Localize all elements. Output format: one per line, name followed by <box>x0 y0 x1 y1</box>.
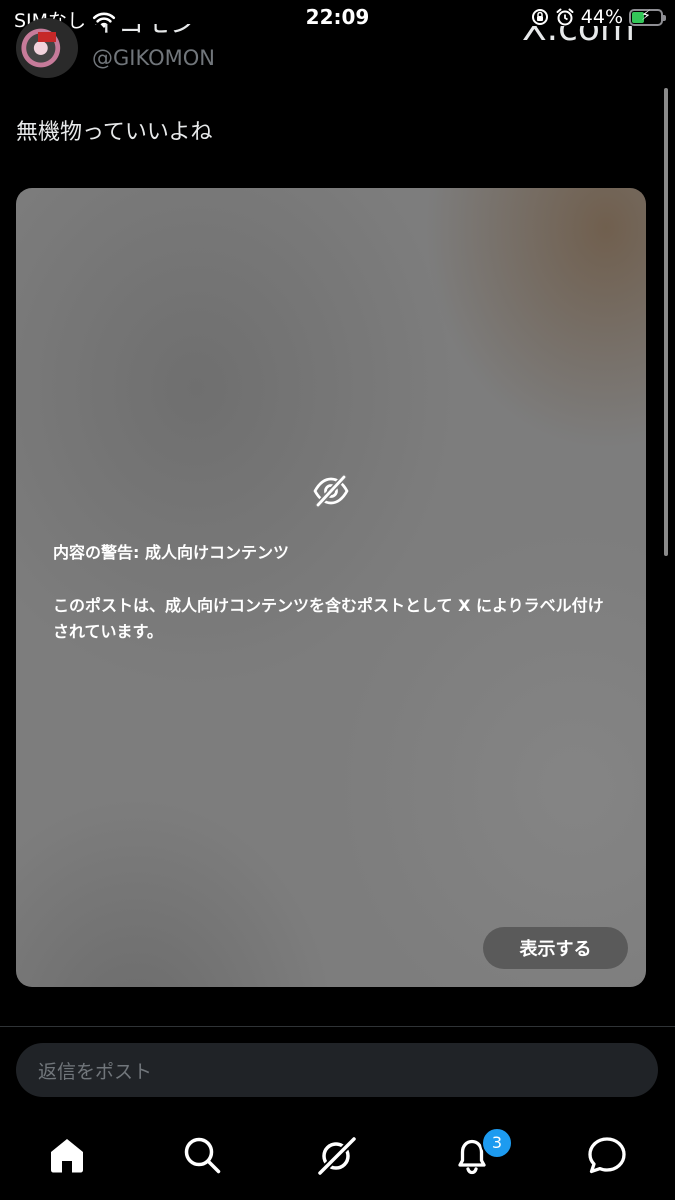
avatar-detail <box>38 32 56 42</box>
alarm-icon <box>556 8 574 26</box>
avatar[interactable] <box>16 18 78 78</box>
charging-bolt-icon: ⚡ <box>641 7 651 24</box>
reply-placeholder: 返信をポスト <box>38 1060 153 1083</box>
battery-icon: ⚡ <box>629 7 666 26</box>
home-icon <box>51 1139 83 1173</box>
battery-percent: 44% <box>580 6 623 28</box>
post-text: 無機物っていいよね <box>16 120 213 145</box>
user-handle[interactable]: @GIKOMON <box>92 46 215 70</box>
nav-grok[interactable] <box>315 1133 359 1177</box>
scrollbar[interactable] <box>664 88 668 556</box>
nav-home[interactable] <box>45 1133 89 1177</box>
content-warning-title: 内容の警告: 成人向けコンテンツ <box>53 543 289 562</box>
reply-input[interactable]: 返信をポスト <box>16 1043 658 1097</box>
messages-icon <box>588 1137 626 1174</box>
notification-badge: 3 <box>481 1127 513 1159</box>
sensitive-media-card: 内容の警告: 成人向けコンテンツ このポストは、成人向けコンテンツを含むポストと… <box>16 188 646 987</box>
grok-icon <box>316 1135 358 1177</box>
divider <box>0 1026 675 1027</box>
status-right-group: 44% ⚡ <box>531 6 666 28</box>
nav-search[interactable] <box>180 1133 224 1177</box>
show-content-button[interactable]: 表示する <box>483 927 628 969</box>
search-icon <box>184 1137 221 1174</box>
nav-messages[interactable] <box>585 1133 629 1177</box>
eye-slash-icon <box>313 474 349 508</box>
content-warning-body: このポストは、成人向けコンテンツを含むポストとして X によりラベル付けされてい… <box>53 596 604 641</box>
rotation-lock-icon <box>531 9 548 25</box>
